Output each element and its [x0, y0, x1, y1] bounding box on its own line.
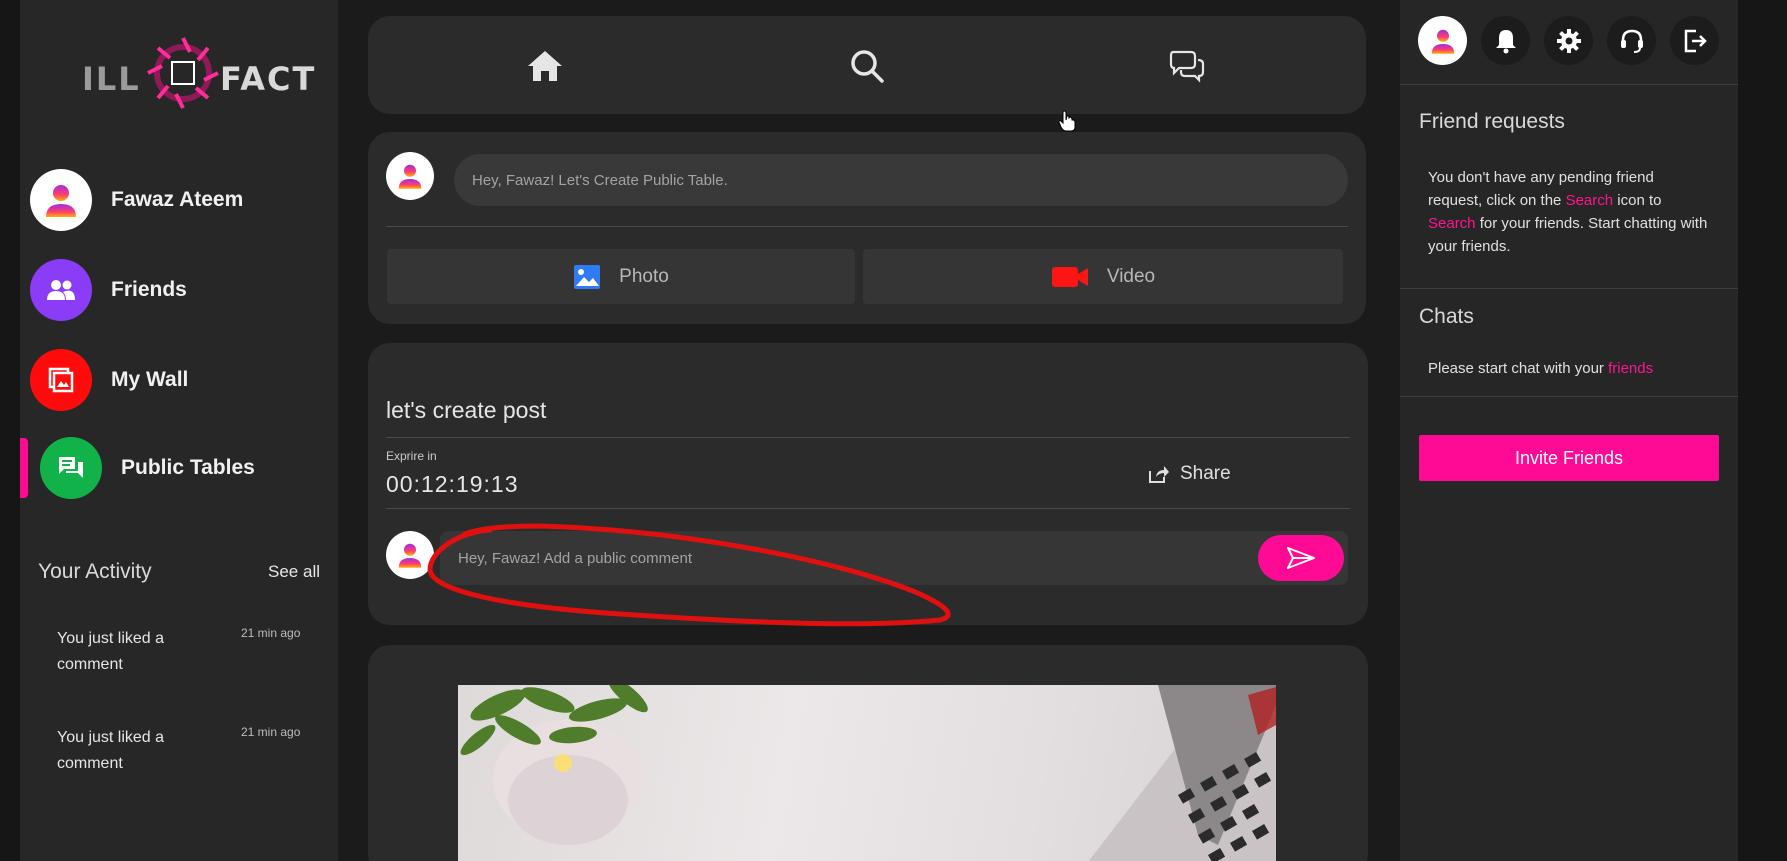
post-title: let's create post — [386, 397, 547, 423]
divider — [386, 226, 1348, 227]
sidebar-item-label: Friends — [111, 278, 187, 301]
home-icon[interactable] — [525, 46, 565, 86]
activity-item[interactable]: You just liked a comment 21 min ago — [57, 626, 317, 678]
hand-cursor-icon — [1058, 110, 1076, 132]
send-comment-button[interactable] — [1258, 535, 1344, 581]
friend-requests-title: Friend requests — [1419, 110, 1565, 133]
activity-text: You just liked a comment — [57, 729, 165, 772]
search-link[interactable]: Search — [1428, 215, 1476, 232]
activity-time: 21 min ago — [241, 725, 301, 739]
video-label: Video — [1106, 265, 1156, 287]
friends-link[interactable]: friends — [1608, 360, 1653, 377]
user-avatar-icon — [386, 152, 434, 200]
post-composer: Photo Video — [368, 132, 1366, 324]
share-button[interactable]: Share — [1148, 463, 1231, 485]
divider — [1400, 84, 1738, 85]
chats-message: Please start chat with your friends — [1428, 357, 1708, 380]
chats-text: Please start chat with your — [1428, 360, 1604, 377]
support-button[interactable] — [1607, 16, 1656, 65]
video-button[interactable]: Video — [863, 249, 1343, 304]
window-frame-right — [1738, 0, 1787, 861]
divider — [1400, 288, 1738, 289]
invite-friends-button[interactable]: Invite Friends — [1419, 435, 1719, 481]
logout-icon — [1684, 29, 1707, 52]
user-avatar-icon — [1431, 29, 1454, 54]
photo-button[interactable]: Photo — [387, 249, 855, 304]
photo-icon — [574, 264, 601, 289]
sidebar-item-public-tables[interactable]: Public Tables — [40, 436, 340, 500]
window-frame-left — [0, 0, 20, 861]
bell-icon — [1495, 29, 1516, 53]
user-avatar-icon — [30, 169, 92, 231]
sidebar-item-label: Fawaz Ateem — [111, 188, 244, 211]
public-table-post: let's create post Exprire in 00:12:19:13… — [368, 343, 1368, 625]
divider — [1400, 396, 1738, 397]
post-image[interactable] — [458, 685, 1276, 861]
share-icon — [1149, 466, 1169, 483]
chats-icon[interactable] — [1167, 46, 1207, 86]
settings-button[interactable] — [1544, 16, 1593, 65]
left-sidebar: ILL FACT Fawaz Ateem Friends My Wall Pub… — [20, 0, 338, 861]
desk-photo-illustration — [460, 685, 1276, 861]
active-indicator — [20, 438, 28, 498]
account-toolbar — [1418, 16, 1719, 65]
chat-bubbles-icon — [40, 437, 102, 499]
sidebar-item-label: Public Tables — [121, 456, 255, 479]
notifications-button[interactable] — [1481, 16, 1530, 65]
see-all-link[interactable]: See all — [268, 562, 320, 582]
activity-time: 21 min ago — [241, 626, 301, 640]
activity-header: Your Activity See all — [38, 560, 320, 584]
sidebar-item-profile[interactable]: Fawaz Ateem — [30, 168, 330, 232]
logo-text-right: FACT — [220, 60, 317, 98]
logout-button[interactable] — [1670, 16, 1719, 65]
divider — [386, 508, 1350, 509]
search-link[interactable]: Search — [1566, 192, 1614, 209]
sidebar-item-friends[interactable]: Friends — [30, 258, 330, 322]
activity-title: Your Activity — [38, 560, 152, 583]
expire-countdown: 00:12:19:13 — [386, 471, 519, 497]
sidebar-item-my-wall[interactable]: My Wall — [30, 348, 330, 412]
support-headset-icon — [1620, 29, 1643, 53]
brand-logo[interactable]: ILL FACT — [60, 28, 320, 118]
friend-requests-text: icon to — [1617, 192, 1662, 209]
create-table-input[interactable] — [454, 154, 1348, 206]
photo-label: Photo — [619, 265, 669, 287]
public-comment-input[interactable] — [440, 531, 1348, 585]
wall-icon — [30, 349, 92, 411]
activity-text: You just liked a comment — [57, 630, 165, 673]
logo-text-left: ILL — [82, 60, 141, 98]
chats-title: Chats — [1419, 305, 1474, 328]
friends-icon — [30, 259, 92, 321]
divider — [386, 437, 1350, 438]
send-icon — [1287, 547, 1315, 569]
friend-requests-message: You don't have any pending friend reques… — [1428, 166, 1708, 258]
right-panel: Friend requests You don't have any pendi… — [1400, 0, 1738, 861]
video-camera-icon — [1051, 266, 1088, 287]
sidebar-item-label: My Wall — [111, 368, 189, 391]
expire-label: Exprire in — [386, 449, 437, 463]
search-icon[interactable] — [847, 46, 887, 86]
share-label: Share — [1180, 463, 1231, 484]
activity-item[interactable]: You just liked a comment 21 min ago — [57, 725, 317, 777]
top-navigation — [368, 16, 1366, 114]
user-avatar-icon — [386, 531, 434, 579]
logo-emblem-icon — [147, 37, 219, 109]
profile-avatar-button[interactable] — [1418, 16, 1467, 65]
gear-icon — [1556, 28, 1581, 53]
image-post — [368, 645, 1368, 861]
